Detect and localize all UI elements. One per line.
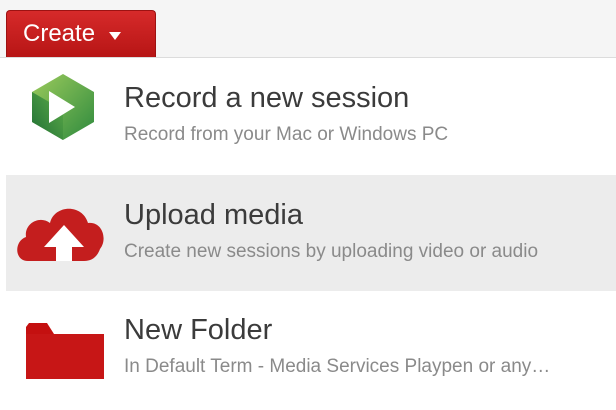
menu-item-title: New Folder bbox=[124, 314, 273, 346]
menu-item-description: Create new sessions by uploading video o… bbox=[124, 241, 539, 262]
folder-icon bbox=[0, 290, 110, 410]
create-toolbar: Create bbox=[0, 0, 616, 58]
menu-item-title: Upload media bbox=[124, 199, 303, 231]
menu-item-new-folder[interactable]: New Folder In Default Term - Media Servi… bbox=[0, 290, 616, 406]
menu-item-record-session[interactable]: Record a new session Record from your Ma… bbox=[0, 58, 616, 174]
menu-item-description: Record from your Mac or Windows PC bbox=[124, 124, 449, 145]
menu-item-title: Record a new session bbox=[124, 82, 410, 114]
caret-down-icon bbox=[109, 31, 122, 40]
menu-item-upload-media[interactable]: Upload media Create new sessions by uplo… bbox=[6, 175, 616, 291]
menu-item-description: In Default Term - Media Services Playpen… bbox=[124, 356, 551, 377]
panopto-logo-icon bbox=[0, 58, 110, 179]
create-button-label: Create bbox=[23, 20, 96, 47]
cloud-upload-icon bbox=[0, 175, 116, 296]
create-button[interactable]: Create bbox=[6, 10, 156, 57]
